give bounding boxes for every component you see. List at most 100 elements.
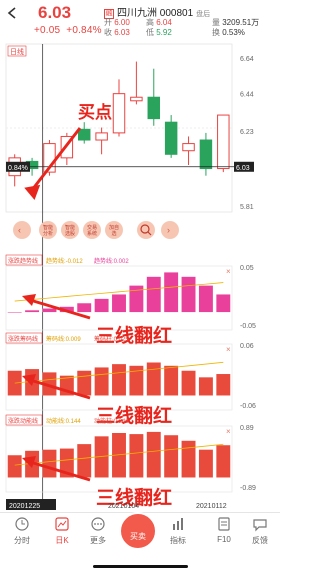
indicator-bar bbox=[198, 449, 213, 478]
indicator-y-top: 0.89 bbox=[240, 425, 254, 432]
indicator-bar bbox=[77, 370, 92, 396]
candle-body bbox=[147, 96, 161, 120]
buy-point-annotation: 买点 bbox=[78, 102, 112, 122]
kline-y-tick: 6.64 bbox=[240, 56, 254, 63]
close-icon: × bbox=[226, 267, 231, 276]
close-icon: × bbox=[226, 345, 231, 354]
nav-label: 分时 bbox=[14, 536, 30, 545]
indicator-bar bbox=[7, 312, 22, 313]
nav-label: 指标 bbox=[170, 536, 186, 545]
indicator-bar bbox=[7, 455, 22, 478]
kline-y-tick: 5.81 bbox=[240, 204, 254, 211]
candle-body bbox=[217, 114, 230, 170]
nav-indicators[interactable]: 指标 bbox=[160, 516, 196, 546]
indicator-bar bbox=[94, 298, 109, 313]
low-quote: 低 5.92 bbox=[146, 28, 172, 37]
indicator-name: 涨跌动能线 bbox=[8, 417, 38, 425]
indicator-line2-label: 趋势线:0.002 bbox=[94, 257, 129, 265]
last-price: 6.03 bbox=[38, 3, 72, 22]
indicator-line2-label: 筹码柱:0.025 bbox=[94, 335, 129, 343]
indicator-bar bbox=[164, 272, 179, 313]
indicator-bar bbox=[77, 303, 92, 313]
chevron-left-icon: ‹ bbox=[18, 225, 21, 235]
clock-icon bbox=[15, 517, 29, 531]
indicator-bar bbox=[94, 367, 109, 396]
stock-kline-screen: 6.03 +0.05 +0.84% 融四川九洲 000801 盘后 开 6.00 … bbox=[0, 0, 280, 574]
kline-y-tick: 6.44 bbox=[240, 92, 254, 99]
change-percent: +0.84% bbox=[66, 25, 102, 36]
chart-area[interactable]: 日线6.646.446.236.035.810.84%6.03买点‹智能分析智能… bbox=[0, 40, 280, 510]
market-status: 盘后 bbox=[196, 11, 211, 18]
kline-icon bbox=[55, 517, 69, 531]
tool-button-label-top: 交易 bbox=[87, 224, 97, 231]
indicator-bar bbox=[181, 440, 196, 478]
indicator-y-bottom: -0.05 bbox=[240, 323, 256, 330]
nav-more[interactable]: 更多 bbox=[80, 516, 116, 546]
search-button[interactable] bbox=[137, 221, 155, 239]
nav-label: 更多 bbox=[90, 536, 106, 545]
prev-close-quote: 收 6.03 bbox=[104, 28, 130, 37]
turnover-quote: 换 0.53% bbox=[212, 28, 245, 37]
date-tick: 20210112 bbox=[196, 503, 227, 510]
buy-point-arrow-head bbox=[24, 184, 41, 200]
more-dots-icon bbox=[91, 517, 105, 531]
indicator-bar bbox=[146, 431, 161, 478]
cursor-date-label: 20201225 bbox=[9, 503, 40, 510]
scroll-left-button[interactable] bbox=[13, 221, 31, 239]
indicator-bar bbox=[146, 362, 161, 396]
indicator-bar bbox=[42, 308, 57, 313]
tool-button-label-bottom: 系统 bbox=[87, 230, 97, 237]
indicator-line1-label: 筹码线:0.009 bbox=[46, 335, 81, 343]
candle-body bbox=[199, 139, 213, 170]
nav-label: 反馈 bbox=[252, 536, 268, 545]
candle-body bbox=[112, 93, 126, 134]
period-label[interactable]: 日线 bbox=[10, 47, 24, 56]
three-line-annotation: 三线翻红 bbox=[96, 324, 172, 347]
indicator-y-top: 0.06 bbox=[240, 343, 254, 350]
tool-button-label-top: 智能 bbox=[65, 224, 75, 231]
tool-button-label-top: 加自 bbox=[109, 224, 119, 231]
tool-button-label-bottom: 分析 bbox=[43, 230, 53, 237]
nav-f10[interactable]: F10 bbox=[206, 516, 242, 544]
price-change: +0.05 +0.84% bbox=[34, 25, 102, 36]
candle-body bbox=[164, 121, 178, 155]
indicator-bar bbox=[181, 276, 196, 313]
nav-feedback[interactable]: 反馈 bbox=[242, 516, 278, 546]
chevron-right-icon: › bbox=[167, 225, 170, 235]
indicator-bar bbox=[198, 285, 213, 313]
indicator-bar bbox=[216, 374, 231, 396]
indicator-bar bbox=[164, 365, 179, 396]
indicator-bar bbox=[25, 310, 40, 313]
chart-svg[interactable]: 日线6.646.446.236.035.810.84%6.03买点‹智能分析智能… bbox=[0, 40, 280, 510]
scroll-right-button[interactable] bbox=[161, 221, 179, 239]
indicator-line1-label: 动能线:0.144 bbox=[46, 417, 81, 425]
document-icon bbox=[218, 517, 230, 531]
indicator-name: 涨跌筹码线 bbox=[8, 335, 38, 343]
nav-label: 日K bbox=[55, 536, 69, 545]
cursor-pct-label: 0.84% bbox=[8, 165, 28, 172]
candle-body bbox=[182, 143, 195, 152]
tool-button-label-top: 智能 bbox=[43, 224, 53, 231]
nav-timeshare[interactable]: 分时 bbox=[4, 516, 40, 546]
indicator-bar bbox=[198, 377, 213, 396]
candle-body bbox=[77, 128, 91, 141]
indicator-bar bbox=[146, 276, 161, 313]
candle-body bbox=[95, 132, 108, 141]
nav-label: F10 bbox=[217, 535, 231, 544]
indicator-bar bbox=[216, 445, 231, 478]
cursor-price-label: 6.03 bbox=[236, 165, 250, 172]
indicator-line2-label: 动能柱:0.246 bbox=[94, 417, 129, 425]
nav-daily-k[interactable]: 日K bbox=[44, 516, 80, 546]
trade-button[interactable]: 买卖 bbox=[119, 512, 157, 550]
indicator-bar bbox=[77, 444, 92, 478]
indicator-bar bbox=[112, 364, 126, 396]
back-arrow-icon[interactable] bbox=[6, 6, 20, 20]
home-indicator bbox=[93, 565, 188, 568]
indicator-bar bbox=[42, 449, 57, 478]
bar-chart-icon bbox=[173, 518, 183, 530]
indicator-bar bbox=[181, 370, 196, 396]
indicator-line1-label: 趋势线:-0.012 bbox=[46, 257, 83, 265]
candle-body bbox=[130, 96, 143, 102]
close-icon: × bbox=[226, 427, 231, 436]
indicator-bar bbox=[129, 434, 144, 478]
